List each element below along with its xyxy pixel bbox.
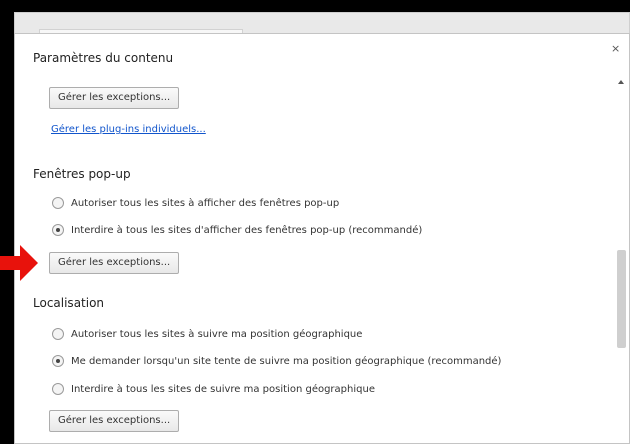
scrollbar[interactable] [616,80,627,443]
radio-label: Interdire à tous les sites d'afficher de… [71,224,423,236]
close-icon[interactable]: × [611,42,620,55]
scroll-up-arrow-icon[interactable] [618,80,624,84]
radio-button[interactable] [52,383,64,395]
scrollbar-thumb[interactable] [617,250,626,348]
manage-exceptions-button-top[interactable]: Gérer les exceptions... [49,87,180,109]
location-heading: Localisation [33,296,105,310]
red-arrow-icon [0,245,38,281]
radio-button-selected[interactable] [52,224,64,236]
radio-label: Me demander lorsqu'un site tente de suiv… [71,355,502,367]
radio-label: Autoriser tous les sites à suivre ma pos… [71,328,363,340]
location-option-allow[interactable]: Autoriser tous les sites à suivre ma pos… [52,328,362,340]
popups-option-block[interactable]: Interdire à tous les sites d'afficher de… [52,224,422,236]
radio-button[interactable] [52,328,64,340]
radio-label: Interdire à tous les sites de suivre ma … [71,383,375,395]
radio-button[interactable] [52,197,64,209]
popups-heading: Fenêtres pop-up [33,167,131,181]
location-option-ask[interactable]: Me demander lorsqu'un site tente de suiv… [52,355,501,367]
radio-button-selected[interactable] [52,355,64,367]
radio-label: Autoriser tous les sites à afficher des … [71,197,340,209]
popups-option-allow[interactable]: Autoriser tous les sites à afficher des … [52,197,339,209]
content-settings-dialog: × Paramètres du contenu Gérer les except… [14,33,630,444]
location-option-block[interactable]: Interdire à tous les sites de suivre ma … [52,383,375,395]
manage-location-exceptions-button[interactable]: Gérer les exceptions... [49,410,180,432]
dialog-title: Paramètres du contenu [33,51,174,65]
manage-plugins-link[interactable]: Gérer les plug-ins individuels... [51,124,206,135]
manage-popup-exceptions-button[interactable]: Gérer les exceptions... [49,252,180,274]
